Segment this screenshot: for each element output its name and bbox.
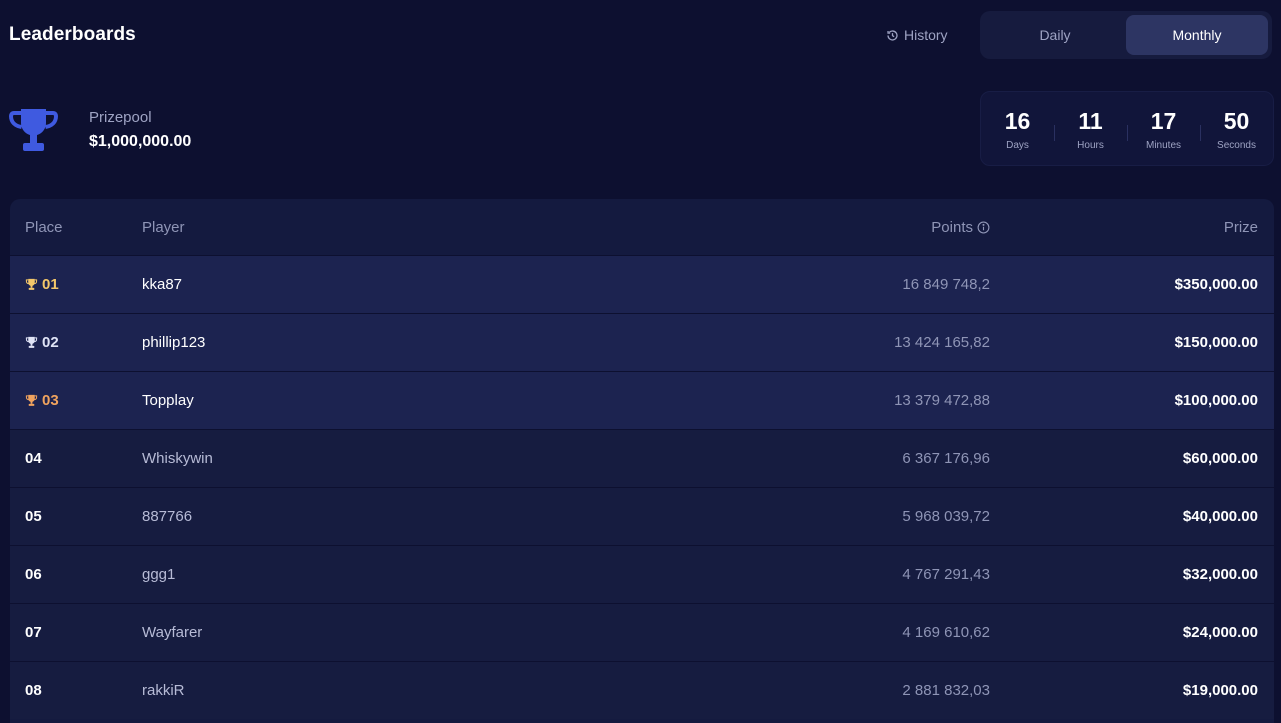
countdown-seconds-value: 50 <box>1223 107 1250 134</box>
row-points: 2 881 832,03 <box>902 682 990 699</box>
countdown-days-unit: Days <box>1006 139 1029 151</box>
countdown-timer: 16 Days 11 Hours 17 Minutes 50 Seconds <box>980 91 1274 166</box>
table-row[interactable]: 06 ggg1 4 767 291,43 $32,000.00 <box>10 545 1274 603</box>
row-points: 13 379 472,88 <box>894 392 990 409</box>
row-place: 05 <box>25 508 42 525</box>
header-points: Points <box>931 219 990 236</box>
table-row[interactable]: 01 kka87 16 849 748,2 $350,000.00 <box>10 255 1274 313</box>
row-place-value: 07 <box>25 624 42 641</box>
table-body: 01 kka87 16 849 748,2 $350,000.00 02 phillip1… <box>10 255 1274 719</box>
table-row[interactable]: 05 887766 5 968 039,72 $40,000.00 <box>10 487 1274 545</box>
trophy-cup-icon <box>25 278 38 290</box>
row-player: rakkiR <box>142 682 185 699</box>
row-place: 07 <box>25 624 42 641</box>
tab-daily[interactable]: Daily <box>984 15 1126 55</box>
trophy-cup-icon <box>25 394 38 406</box>
row-player: Whiskywin <box>142 450 213 467</box>
row-place: 02 <box>25 334 59 351</box>
page-title: Leaderboards <box>9 24 136 45</box>
countdown-seconds-unit: Seconds <box>1217 139 1256 151</box>
row-points: 6 367 176,96 <box>902 450 990 467</box>
countdown-minutes: 17 Minutes <box>1127 107 1200 151</box>
header-points-label: Points <box>931 218 973 236</box>
table-row[interactable]: 02 phillip123 13 424 165,82 $150,000.00 <box>10 313 1274 371</box>
countdown-hours: 11 Hours <box>1054 107 1127 151</box>
countdown-days: 16 Days <box>981 107 1054 151</box>
row-prize: $40,000.00 <box>1182 508 1258 525</box>
row-prize: $19,000.00 <box>1182 682 1258 699</box>
period-toggle: Daily Monthly <box>980 11 1272 59</box>
countdown-hours-value: 11 <box>1078 107 1103 134</box>
row-place-value: 03 <box>42 392 59 409</box>
row-prize: $60,000.00 <box>1182 450 1258 467</box>
leaderboards-page: Leaderboards History Daily Monthly Prize… <box>0 0 1281 723</box>
header-player: Player <box>142 218 185 236</box>
tab-monthly[interactable]: Monthly <box>1126 15 1268 55</box>
row-place: 06 <box>25 566 42 583</box>
leaderboard-table: Place Player Points Prize 01 kka87 16 849 … <box>10 199 1274 723</box>
row-place-value: 02 <box>42 334 59 351</box>
row-place-value: 06 <box>25 566 42 583</box>
row-player: ggg1 <box>142 566 176 583</box>
row-player: Wayfarer <box>142 624 203 641</box>
trophy-cup-icon <box>25 336 38 348</box>
countdown-days-value: 16 <box>1004 107 1031 134</box>
row-player: Topplay <box>142 392 194 409</box>
prizepool-label: Prizepool <box>89 109 152 126</box>
countdown-seconds: 50 Seconds <box>1200 107 1273 151</box>
row-place: 08 <box>25 682 42 699</box>
table-row[interactable]: 04 Whiskywin 6 367 176,96 $60,000.00 <box>10 429 1274 487</box>
row-points: 4 169 610,62 <box>902 624 990 641</box>
row-prize: $100,000.00 <box>1174 392 1258 409</box>
history-link[interactable]: History <box>886 27 948 43</box>
row-prize: $350,000.00 <box>1174 276 1258 293</box>
row-points: 5 968 039,72 <box>902 508 990 525</box>
row-prize: $32,000.00 <box>1182 566 1258 583</box>
countdown-minutes-unit: Minutes <box>1145 139 1181 151</box>
countdown-hours-unit: Hours <box>1077 139 1104 151</box>
table-row[interactable]: 03 Topplay 13 379 472,88 $100,000.00 <box>10 371 1274 429</box>
row-place: 04 <box>25 450 42 467</box>
history-label: History <box>904 27 948 43</box>
row-place: 03 <box>25 392 59 409</box>
row-prize: $24,000.00 <box>1182 624 1258 641</box>
prizepool-value: $1,000,000.00 <box>89 133 192 150</box>
row-player: kka87 <box>142 276 183 293</box>
history-clock-icon <box>887 29 898 41</box>
header-prize: Prize <box>1223 218 1258 236</box>
row-player: phillip123 <box>142 334 206 351</box>
row-points: 13 424 165,82 <box>894 334 990 351</box>
row-prize: $150,000.00 <box>1174 334 1258 351</box>
table-row[interactable]: 08 rakkiR 2 881 832,03 $19,000.00 <box>10 661 1274 719</box>
row-points: 16 849 748,2 <box>902 276 990 293</box>
table-header: Place Player Points Prize <box>10 199 1274 255</box>
countdown-minutes-value: 17 <box>1150 107 1177 134</box>
row-place-value: 01 <box>42 276 59 293</box>
trophy-icon <box>9 109 58 151</box>
info-icon[interactable] <box>977 221 990 234</box>
row-place-value: 08 <box>25 682 42 699</box>
row-place-value: 04 <box>25 450 42 467</box>
row-place: 01 <box>25 276 59 293</box>
row-place-value: 05 <box>25 508 42 525</box>
row-points: 4 767 291,43 <box>902 566 990 583</box>
header-place: Place <box>25 218 63 236</box>
row-player: 887766 <box>142 508 193 525</box>
table-row[interactable]: 07 Wayfarer 4 169 610,62 $24,000.00 <box>10 603 1274 661</box>
